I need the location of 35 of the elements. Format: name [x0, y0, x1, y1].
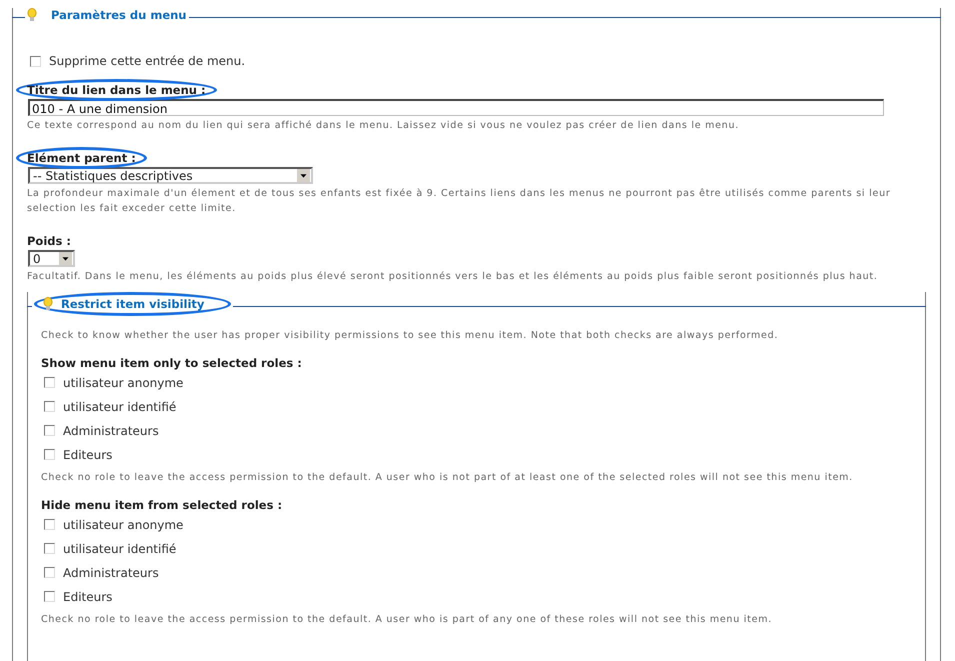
- field-label: Elément parent :: [16, 147, 147, 169]
- help-text: La profondeur maximale d'un élement et de tous ses enfants est fixée à 9. Certains liens dans les menus ne pourront pas être utilisés comme parents si leur selection les fait exceder cette limite.: [27, 187, 892, 216]
- lightbulb-icon: [43, 297, 53, 311]
- checkbox-label: utilisateur identifié: [63, 542, 176, 556]
- checkbox-label: Editeurs: [63, 590, 112, 604]
- checkbox-label: Administrateurs: [63, 566, 159, 580]
- checkbox[interactable]: [44, 377, 55, 388]
- checkbox[interactable]: [44, 401, 55, 412]
- help-text: Check no role to leave the access permission to the default. A user who is part of any one of these roles will not see this menu item.: [41, 613, 773, 627]
- checkbox[interactable]: [44, 567, 55, 578]
- checkbox-label: Supprime cette entrée de menu.: [49, 54, 246, 68]
- checkbox-label: Administrateurs: [63, 424, 159, 438]
- checkbox[interactable]: [44, 519, 55, 530]
- checkbox[interactable]: [44, 543, 55, 554]
- group-heading: Show menu item only to selected roles :: [41, 356, 303, 370]
- checkbox-label: utilisateur anonyme: [63, 376, 184, 390]
- select-field[interactable]: -- Statistiques descriptives: [28, 167, 313, 184]
- help-text: Check no role to leave the access permission to the default. A user who is not part of at least one of the selected roles will not see this menu item.: [41, 471, 854, 485]
- field-label: Titre du lien dans le menu :: [16, 79, 217, 101]
- checkbox[interactable]: [44, 591, 55, 602]
- checkbox-label: utilisateur identifié: [63, 400, 176, 414]
- checkbox-label: utilisateur anonyme: [63, 518, 184, 532]
- checkbox[interactable]: [44, 425, 55, 436]
- help-text: Ce texte correspond au nom du lien qui sera affiché dans le menu. Laissez vide si vous ne voulez pas créer de lien dans le menu.: [27, 119, 740, 133]
- description-text: Check to know whether the user has proper visibility permissions to see this menu item. Note that both checks are always performed.: [41, 329, 780, 343]
- checkbox-label: Editeurs: [63, 448, 112, 462]
- lightbulb-icon: [27, 8, 37, 22]
- fieldset-legend: Paramètres du menu: [51, 8, 186, 22]
- field-label: Poids :: [26, 233, 72, 250]
- text-input[interactable]: 010 - A une dimension: [28, 99, 884, 116]
- group-heading: Hide menu item from selected roles :: [41, 498, 284, 512]
- checkbox[interactable]: [44, 449, 55, 460]
- help-text: Facultatif. Dans le menu, les éléments au poids plus élevé seront positionnés vers le bas et les éléments au poids plus faible seront positionnés plus haut.: [27, 270, 879, 284]
- checkbox[interactable]: [30, 56, 41, 66]
- select-field[interactable]: 0: [28, 250, 75, 267]
